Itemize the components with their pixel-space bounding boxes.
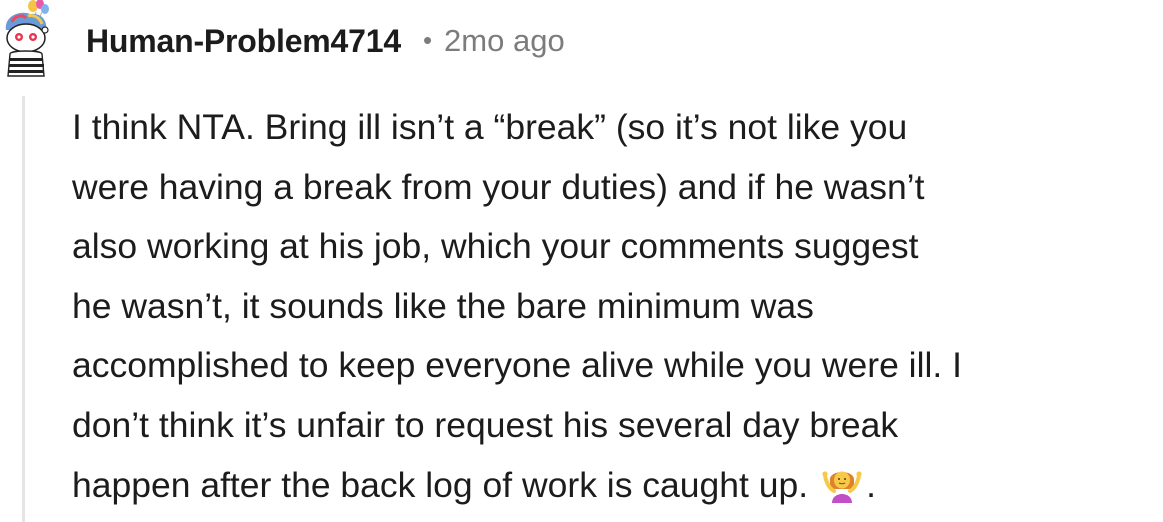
comment-timestamp[interactable]: 2mo ago (444, 23, 565, 59)
comment-body-last-line: happen after the back log of work is cau… (72, 456, 1160, 516)
comment-body-line: were having a break from your duties) an… (72, 166, 925, 207)
thread-collapse-line[interactable] (22, 96, 25, 522)
comment-header: Human-Problem4714 • 2mo ago (86, 20, 565, 62)
avatar[interactable] (0, 0, 62, 78)
person-shrugging-emoji-icon (822, 470, 862, 503)
comment-body-line: accomplished to keep everyone alive whil… (72, 345, 962, 386)
trailing-period: . (866, 464, 876, 505)
separator-dot: • (422, 24, 433, 55)
comment-body-line: also working at his job, which your comm… (72, 226, 919, 267)
author-username[interactable]: Human-Problem4714 (86, 23, 401, 60)
comment-body-line: don’t think it’s unfair to request his s… (72, 404, 899, 445)
comment: Human-Problem4714 • 2mo ago I think NTA.… (0, 0, 1163, 522)
comment-body: I think NTA. Bring ill isn’t a “break” (… (72, 98, 1160, 515)
comment-body-line: happen after the back log of work is cau… (72, 464, 809, 505)
comment-body-line: he wasn’t, it sounds like the bare minim… (72, 285, 814, 326)
comment-body-line: I think NTA. Bring ill isn’t a “break” (… (72, 107, 908, 147)
